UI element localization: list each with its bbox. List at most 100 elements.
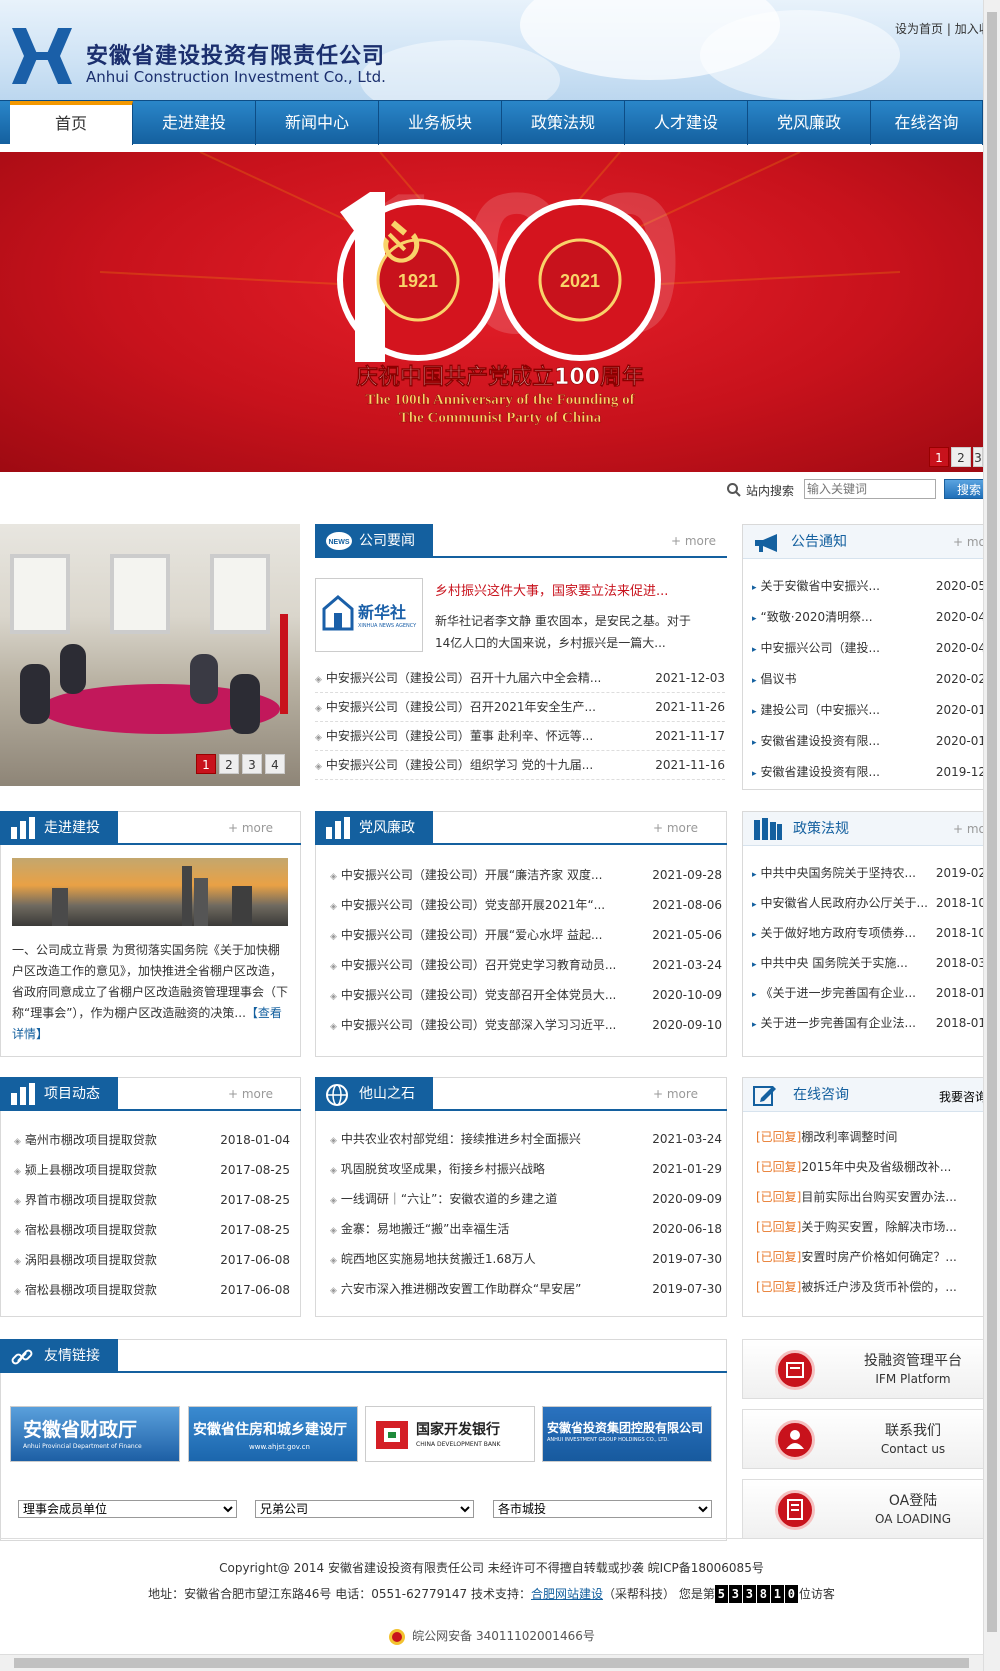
notice-title[interactable]: 中安振兴公司（建投... <box>761 641 880 655</box>
company-logo[interactable] <box>10 26 74 86</box>
others-news-title[interactable]: 中共农业农村部党组：接续推进乡村全面振兴 <box>341 1132 581 1146</box>
policy-item[interactable]: ▸ 中安徽省人民政府办公厅关于... 2018-10-1 <box>752 888 998 918</box>
consult-item[interactable]: [已回复]被拆迁户涉及货币补偿的，... <box>756 1272 996 1302</box>
banner-page-1[interactable]: 1 <box>929 447 949 467</box>
party-news-item[interactable]: ◈ 中安振兴公司（建投公司）开展“廉洁齐家 双度... 2021-09-28 <box>330 860 722 890</box>
consult-question[interactable]: 2015年中央及省级棚改补... <box>801 1160 951 1174</box>
project-item[interactable]: ◈ 亳州市棚改项目提取贷款 2018-01-04 <box>14 1125 290 1155</box>
company-news-title[interactable]: 中安振兴公司（建投公司）董事 赴利辛、怀远等... <box>326 729 593 743</box>
policy-item[interactable]: ▸ 关于进一步完善国有企业法... 2018-01-2 <box>752 1008 998 1038</box>
xinhua-logo[interactable]: 新华社 XINHUA NEWS AGENCY <box>315 578 423 652</box>
consult-item[interactable]: [已回复]目前实际出台购买安置办法... <box>756 1182 996 1212</box>
consult-question[interactable]: 棚改利率调整时间 <box>801 1130 897 1144</box>
company-news-item[interactable]: ◈ 中安振兴公司（建投公司）召开2021年安全生产... 2021-11-26 <box>315 692 725 722</box>
policy-title[interactable]: 关于进一步完善国有企业法... <box>761 1016 916 1030</box>
consult-question[interactable]: 目前实际出台购买安置办法... <box>801 1190 956 1204</box>
project-title[interactable]: 涡阳县棚改项目提取贷款 <box>25 1253 157 1267</box>
projects-more[interactable]: + more <box>228 1087 273 1101</box>
notice-item[interactable]: ▸ “致敬·2020清明祭... 2020-04-0 <box>752 602 998 632</box>
about-city-photo[interactable] <box>12 858 288 926</box>
project-item[interactable]: ◈ 宿松县棚改项目提取贷款 2017-06-08 <box>14 1275 290 1305</box>
nav-news[interactable]: 新闻中心 <box>256 101 379 145</box>
nav-home[interactable]: 首页 <box>10 101 133 145</box>
project-item[interactable]: ◈ 宿松县棚改项目提取贷款 2017-08-25 <box>14 1215 290 1245</box>
notice-title[interactable]: 安徽省建设投资有限... <box>761 765 880 779</box>
policy-title[interactable]: 中共中央国务院关于坚持农... <box>761 866 916 880</box>
party-news-title[interactable]: 中安振兴公司（建投公司）召开党史学习教育动员... <box>341 958 616 972</box>
consult-item[interactable]: [已回复]关于购买安置，除解决市场... <box>756 1212 996 1242</box>
company-news-item[interactable]: ◈ 中安振兴公司（建投公司）董事 赴利辛、怀远等... 2021-11-17 <box>315 721 725 751</box>
project-item[interactable]: ◈ 涡阳县棚改项目提取贷款 2017-06-08 <box>14 1245 290 1275</box>
others-news-item[interactable]: ◈ 一线调研｜“六让”：安徽农道的乡建之道 2020-09-09 <box>330 1184 722 1214</box>
others-news-title[interactable]: 一线调研｜“六让”：安徽农道的乡建之道 <box>341 1192 557 1206</box>
notice-item[interactable]: ▸ 中安振兴公司（建投... 2020-04-0 <box>752 633 998 663</box>
nav-talent[interactable]: 人才建设 <box>625 101 748 145</box>
company-news-more[interactable]: + more <box>671 534 716 548</box>
others-more[interactable]: + more <box>653 1087 698 1101</box>
party-news-item[interactable]: ◈ 中安振兴公司（建投公司）党支部开展2021年“... 2021-08-06 <box>330 890 722 920</box>
consult-item[interactable]: [已回复]2015年中央及省级棚改补... <box>756 1152 996 1182</box>
consult-item[interactable]: [已回复]安置时房产价格如何确定？... <box>756 1242 996 1272</box>
city-investment-select[interactable]: 各市城投 <box>493 1500 712 1518</box>
vertical-scrollbar-thumb[interactable] <box>987 12 997 1632</box>
others-news-item[interactable]: ◈ 中共农业农村部党组：接续推进乡村全面振兴 2021-03-24 <box>330 1124 722 1154</box>
photo-page-2[interactable]: 2 <box>219 754 239 774</box>
notice-title[interactable]: “致敬·2020清明祭... <box>761 610 873 624</box>
policy-item[interactable]: ▸ 中共中央国务院关于坚持农... 2019-02-2 <box>752 858 998 888</box>
about-more[interactable]: + more <box>228 821 273 835</box>
friend-link-housing[interactable]: 安徽省住房和城乡建设厅 www.ahjst.gov.cn <box>188 1406 358 1462</box>
policy-item[interactable]: ▸ 关于做好地方政府专项债券... 2018-10-1 <box>752 918 998 948</box>
notice-title[interactable]: 倡议书 <box>761 672 797 686</box>
party-news-item[interactable]: ◈ 中安振兴公司（建投公司）党支部召开全体党员大... 2020-10-09 <box>330 980 722 1010</box>
consult-question[interactable]: 关于购买安置，除解决市场... <box>801 1220 956 1234</box>
ifm-platform-button[interactable]: 投融资管理平台 IFM Platform <box>742 1339 1000 1399</box>
project-title[interactable]: 宿松县棚改项目提取贷款 <box>25 1223 157 1237</box>
others-news-item[interactable]: ◈ 巩固脱贫攻坚成果，衔接乡村振兴战略 2021-01-29 <box>330 1154 722 1184</box>
project-title[interactable]: 颍上县棚改项目提取贷款 <box>25 1163 157 1177</box>
party-news-item[interactable]: ◈ 中安振兴公司（建投公司）召开党史学习教育动员... 2021-03-24 <box>330 950 722 980</box>
company-news-title[interactable]: 中安振兴公司（建投公司）组织学习 党的十九届... <box>326 758 593 772</box>
party-news-item[interactable]: ◈ 中安振兴公司（建投公司）开展“爱心水坪 益起... 2021-05-06 <box>330 920 722 950</box>
others-news-item[interactable]: ◈ 六安市深入推进棚改安置工作助群众“早安居” 2019-07-30 <box>330 1274 722 1304</box>
oa-login-button[interactable]: OA登陆 OA LOADING <box>742 1479 1000 1539</box>
photo-page-1[interactable]: 1 <box>196 754 216 774</box>
party-news-item[interactable]: ◈ 中安振兴公司（建投公司）党支部深入学习习近平... 2020-09-10 <box>330 1010 722 1040</box>
party-news-title[interactable]: 中安振兴公司（建投公司）党支部深入学习习近平... <box>341 1018 616 1032</box>
others-news-title[interactable]: 皖西地区实施易地扶贫搬迁1.68万人 <box>341 1252 536 1266</box>
banner-page-2[interactable]: 2 <box>951 447 971 467</box>
notice-item[interactable]: ▸ 安徽省建设投资有限... 2020-01-0 <box>752 726 998 756</box>
nav-about[interactable]: 走进建投 <box>133 101 256 145</box>
consult-question[interactable]: 被拆迁户涉及货币补偿的，... <box>801 1280 956 1294</box>
company-news-title[interactable]: 中安振兴公司（建投公司）召开2021年安全生产... <box>326 700 596 714</box>
policy-item[interactable]: ▸ 《关于进一步完善国有企业... 2018-01-2 <box>752 978 998 1008</box>
nav-business[interactable]: 业务板块 <box>379 101 502 145</box>
party-more[interactable]: + more <box>653 821 698 835</box>
party-news-title[interactable]: 中安振兴公司（建投公司）开展“爱心水坪 益起... <box>341 928 602 942</box>
others-news-title[interactable]: 金寨：易地搬迁“搬”出幸福生活 <box>341 1222 509 1236</box>
others-news-title[interactable]: 六安市深入推进棚改安置工作助群众“早安居” <box>341 1282 581 1296</box>
friend-link-investment-group[interactable]: 安徽省投资集团控股有限公司 ANHUI INVESTMENT GROUP HOL… <box>542 1406 712 1462</box>
notice-title[interactable]: 安徽省建设投资有限... <box>761 734 880 748</box>
company-news-item[interactable]: ◈ 中安振兴公司（建投公司）召开十九届六中全会精... 2021-12-03 <box>315 663 725 693</box>
project-title[interactable]: 界首市棚改项目提取贷款 <box>25 1193 157 1207</box>
party-news-title[interactable]: 中安振兴公司（建投公司）党支部召开全体党员大... <box>341 988 616 1002</box>
policy-title[interactable]: 中安徽省人民政府办公厅关于... <box>761 896 928 910</box>
friend-link-cdb[interactable]: 国家开发银行 CHINA DEVELOPMENT BANK <box>365 1406 535 1462</box>
company-news-title[interactable]: 中安振兴公司（建投公司）召开十九届六中全会精... <box>326 671 601 685</box>
notice-item[interactable]: ▸ 安徽省建设投资有限... 2019-12-2 <box>752 757 998 787</box>
photo-page-4[interactable]: 4 <box>265 754 285 774</box>
consult-item[interactable]: [已回复]棚改利率调整时间 <box>756 1122 996 1152</box>
party-news-title[interactable]: 中安振兴公司（建投公司）开展“廉洁齐家 双度... <box>341 868 602 882</box>
project-title[interactable]: 亳州市棚改项目提取贷款 <box>25 1133 157 1147</box>
company-news-item[interactable]: ◈ 中安振兴公司（建投公司）组织学习 党的十九届... 2021-11-16 <box>315 750 725 780</box>
photo-news-slide[interactable]: 1 2 3 4 <box>0 524 300 786</box>
horizontal-scrollbar-thumb[interactable] <box>14 1658 969 1668</box>
photo-page-3[interactable]: 3 <box>242 754 262 774</box>
policy-title[interactable]: 《关于进一步完善国有企业... <box>761 986 916 1000</box>
nav-consult[interactable]: 在线咨询 <box>871 101 983 145</box>
banner-page-3[interactable]: 3 <box>973 447 983 467</box>
project-title[interactable]: 宿松县棚改项目提取贷款 <box>25 1283 157 1297</box>
nav-policy[interactable]: 政策法规 <box>502 101 625 145</box>
vertical-scrollbar[interactable] <box>983 0 1000 1671</box>
notice-item[interactable]: ▸ 建投公司（中安振兴... 2020-01-2 <box>752 695 998 725</box>
